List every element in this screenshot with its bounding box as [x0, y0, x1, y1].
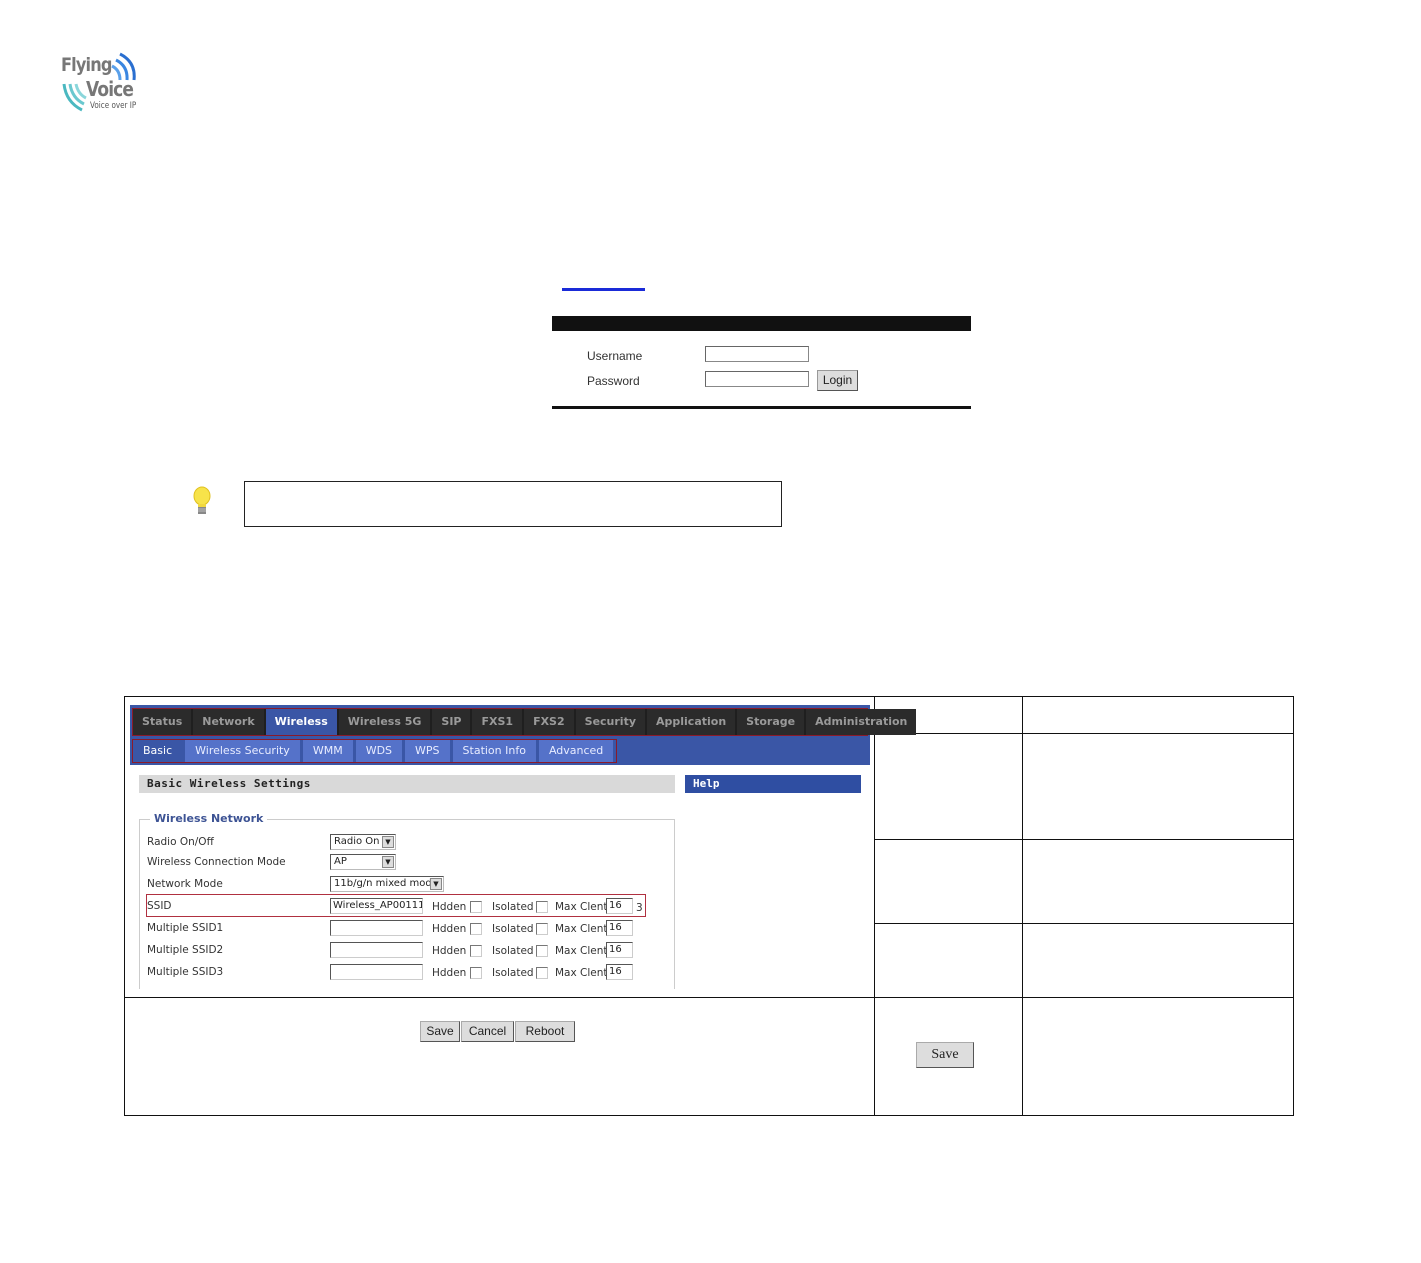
isolated-label: Isolated [492, 901, 534, 913]
chevron-down-icon: ▼ [382, 836, 394, 848]
tab-wireless-5g[interactable]: Wireless 5G [338, 709, 431, 735]
isolated-checkbox[interactable] [536, 901, 548, 913]
router-screenshot: Status Network Wireless Wireless 5G SIP … [130, 705, 917, 990]
login-button[interactable]: Login [817, 370, 858, 391]
radio-label: Radio On/Off [147, 836, 214, 848]
subtab-wireless-security[interactable]: Wireless Security [185, 740, 300, 762]
isolated-checkbox[interactable] [536, 945, 548, 957]
fieldset-legend: Wireless Network [150, 812, 268, 825]
cancel-button[interactable]: Cancel [461, 1021, 514, 1042]
tab-fxs1[interactable]: FXS1 [472, 709, 523, 735]
hidden-checkbox[interactable] [470, 923, 482, 935]
tab-wireless[interactable]: Wireless [265, 709, 337, 735]
buttons-screenshot-cell [124, 997, 875, 1116]
tab-fxs2[interactable]: FXS2 [524, 709, 574, 735]
max-client-label: Max Clent [555, 967, 608, 979]
sub-nav-tabs: Basic Wireless Security WMM WDS WPS Stat… [132, 739, 618, 763]
subtab-advanced[interactable]: Advanced [538, 740, 614, 762]
max-client-label: Max Clent [555, 945, 608, 957]
password-label: Password [587, 374, 640, 388]
login-footer-bar [552, 406, 971, 409]
ssid-label: SSID [147, 900, 172, 912]
hidden-label: Hdden [432, 901, 467, 913]
table-header-cell [1022, 696, 1294, 734]
section-title: Basic Wireless Settings [139, 775, 675, 793]
table-cell [874, 923, 1023, 998]
net-mode-label: Network Mode [147, 878, 223, 890]
table-cell [1022, 997, 1294, 1116]
password-input[interactable] [705, 371, 809, 387]
username-label: Username [587, 349, 643, 363]
hidden-checkbox[interactable] [470, 967, 482, 979]
table-cell [874, 839, 1023, 924]
tip-box [244, 481, 782, 527]
logo-text-flying: Flying [61, 54, 112, 76]
radio-select[interactable]: Radio On ▼ [330, 834, 396, 850]
conn-mode-label: Wireless Connection Mode [147, 856, 286, 868]
isolated-label: Isolated [492, 923, 534, 935]
multiple-ssid3-label: Multiple SSID3 [147, 966, 224, 978]
help-title: Help [685, 775, 861, 793]
username-input[interactable] [705, 346, 809, 362]
conn-mode-select-value: AP [334, 856, 347, 867]
multiple-ssid1-label: Multiple SSID1 [147, 922, 224, 934]
hidden-checkbox[interactable] [470, 901, 482, 913]
net-mode-select-value: 11b/g/n mixed mode [334, 878, 438, 889]
subtab-station-info[interactable]: Station Info [452, 740, 536, 762]
hidden-label: Hdden [432, 945, 467, 957]
net-mode-select[interactable]: 11b/g/n mixed mode ▼ [330, 876, 444, 892]
table-cell [1022, 923, 1294, 998]
top-nav-tabs: Status Network Wireless Wireless 5G SIP … [132, 708, 917, 736]
max-client-input[interactable]: 16 [606, 920, 633, 936]
save-button-example[interactable]: Save [916, 1042, 974, 1068]
isolated-checkbox[interactable] [536, 923, 548, 935]
max-client-label: Max Clent [555, 901, 608, 913]
subtab-wps[interactable]: WPS [405, 740, 450, 762]
flying-voice-logo: Flying Voice Voice over IP [58, 44, 148, 116]
login-header-bar [552, 316, 971, 331]
tab-network[interactable]: Network [193, 709, 264, 735]
hidden-label: Hdden [432, 923, 467, 935]
tab-security[interactable]: Security [575, 709, 645, 735]
hidden-checkbox[interactable] [470, 945, 482, 957]
max-client-input[interactable]: 16 [606, 942, 633, 958]
table-cell [1022, 839, 1294, 924]
radio-select-value: Radio On [334, 836, 380, 847]
max-client-input[interactable]: 16 [606, 964, 633, 980]
max-client-label: Max Clent [555, 923, 608, 935]
logo-text-voice: Voice [86, 77, 134, 101]
multiple-ssid2-input[interactable] [330, 942, 423, 958]
menu-bar: Status Network Wireless Wireless 5G SIP … [130, 705, 917, 765]
table-cell [874, 733, 1023, 840]
subtab-wmm[interactable]: WMM [302, 740, 353, 762]
max-client-input[interactable]: 16 [606, 898, 633, 914]
document-page: Flying Voice Voice over IP Username Pass… [0, 0, 1421, 1263]
tab-sip[interactable]: SIP [432, 709, 471, 735]
chevron-down-icon: ▼ [430, 878, 442, 890]
conn-mode-select[interactable]: AP ▼ [330, 854, 396, 870]
save-button[interactable]: Save [420, 1021, 460, 1042]
ssid-input[interactable]: Wireless_AP001118 [330, 898, 423, 914]
tab-application[interactable]: Application [647, 709, 736, 735]
tab-storage[interactable]: Storage [737, 709, 805, 735]
isolated-checkbox[interactable] [536, 967, 548, 979]
hyperlink[interactable] [562, 288, 645, 291]
subtab-wds[interactable]: WDS [355, 740, 403, 762]
multiple-ssid1-input[interactable] [330, 920, 423, 936]
table-cell [1022, 733, 1294, 840]
hidden-label: Hdden [432, 967, 467, 979]
isolated-label: Isolated [492, 945, 534, 957]
tab-status[interactable]: Status [133, 709, 192, 735]
logo-tagline: Voice over IP [90, 101, 137, 111]
subtab-basic[interactable]: Basic [133, 740, 183, 762]
client-count: 3 [636, 902, 643, 914]
multiple-ssid2-label: Multiple SSID2 [147, 944, 224, 956]
reboot-button[interactable]: Reboot [515, 1021, 575, 1042]
multiple-ssid3-input[interactable] [330, 964, 423, 980]
lightbulb-icon [190, 486, 214, 520]
tab-administration[interactable]: Administration [806, 709, 917, 735]
chevron-down-icon: ▼ [382, 856, 394, 868]
isolated-label: Isolated [492, 967, 534, 979]
